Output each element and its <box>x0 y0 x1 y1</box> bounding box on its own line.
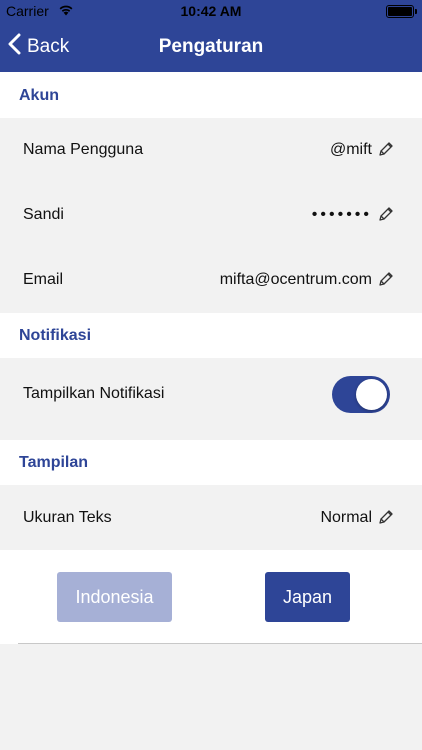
section-title-akun: Akun <box>19 87 59 104</box>
pencil-icon[interactable] <box>378 141 394 157</box>
language-buttons: Indonesia Japan <box>0 550 422 644</box>
section-header-notifikasi: Notifikasi <box>0 313 422 358</box>
pencil-icon[interactable] <box>378 509 394 525</box>
row-sandi[interactable]: Sandi ••••••• <box>0 183 422 248</box>
page-title: Pengaturan <box>158 36 264 57</box>
empty-area <box>0 644 422 750</box>
row-value: ••••••• <box>311 206 372 223</box>
navigation-bar: Back Pengaturan <box>0 22 422 72</box>
row-label: Ukuran Teks <box>23 509 112 526</box>
row-label: Sandi <box>23 206 64 223</box>
row-label: Nama Pengguna <box>23 141 144 158</box>
battery-icon <box>386 5 417 18</box>
row-label: Email <box>23 271 64 288</box>
indonesia-button[interactable]: Indonesia <box>57 572 172 622</box>
section-title-tampilan: Tampilan <box>19 454 89 471</box>
row-nama-pengguna[interactable]: Nama Pengguna @mift <box>0 118 422 183</box>
row-ukuran-teks[interactable]: Ukuran Teks Normal <box>0 485 422 550</box>
pencil-icon[interactable] <box>378 206 394 222</box>
pencil-icon[interactable] <box>378 271 394 287</box>
row-tampilkan-notifikasi: Tampilkan Notifikasi <box>0 358 422 440</box>
japan-button[interactable]: Japan <box>265 572 350 622</box>
clock: 10:42 AM <box>180 3 242 19</box>
status-bar: Carrier 10:42 AM <box>0 0 422 22</box>
notification-toggle[interactable] <box>332 376 390 413</box>
row-value: mifta@ocentrum.com <box>219 271 372 288</box>
section-title-notifikasi: Notifikasi <box>19 327 92 344</box>
section-header-tampilan: Tampilan <box>0 440 422 485</box>
row-label: Tampilkan Notifikasi <box>23 385 165 402</box>
toggle-knob <box>356 379 387 410</box>
row-email[interactable]: Email mifta@ocentrum.com <box>0 248 422 313</box>
row-value: Normal <box>320 509 372 526</box>
section-header-akun: Akun <box>0 72 422 118</box>
row-value: @mift <box>329 141 372 158</box>
